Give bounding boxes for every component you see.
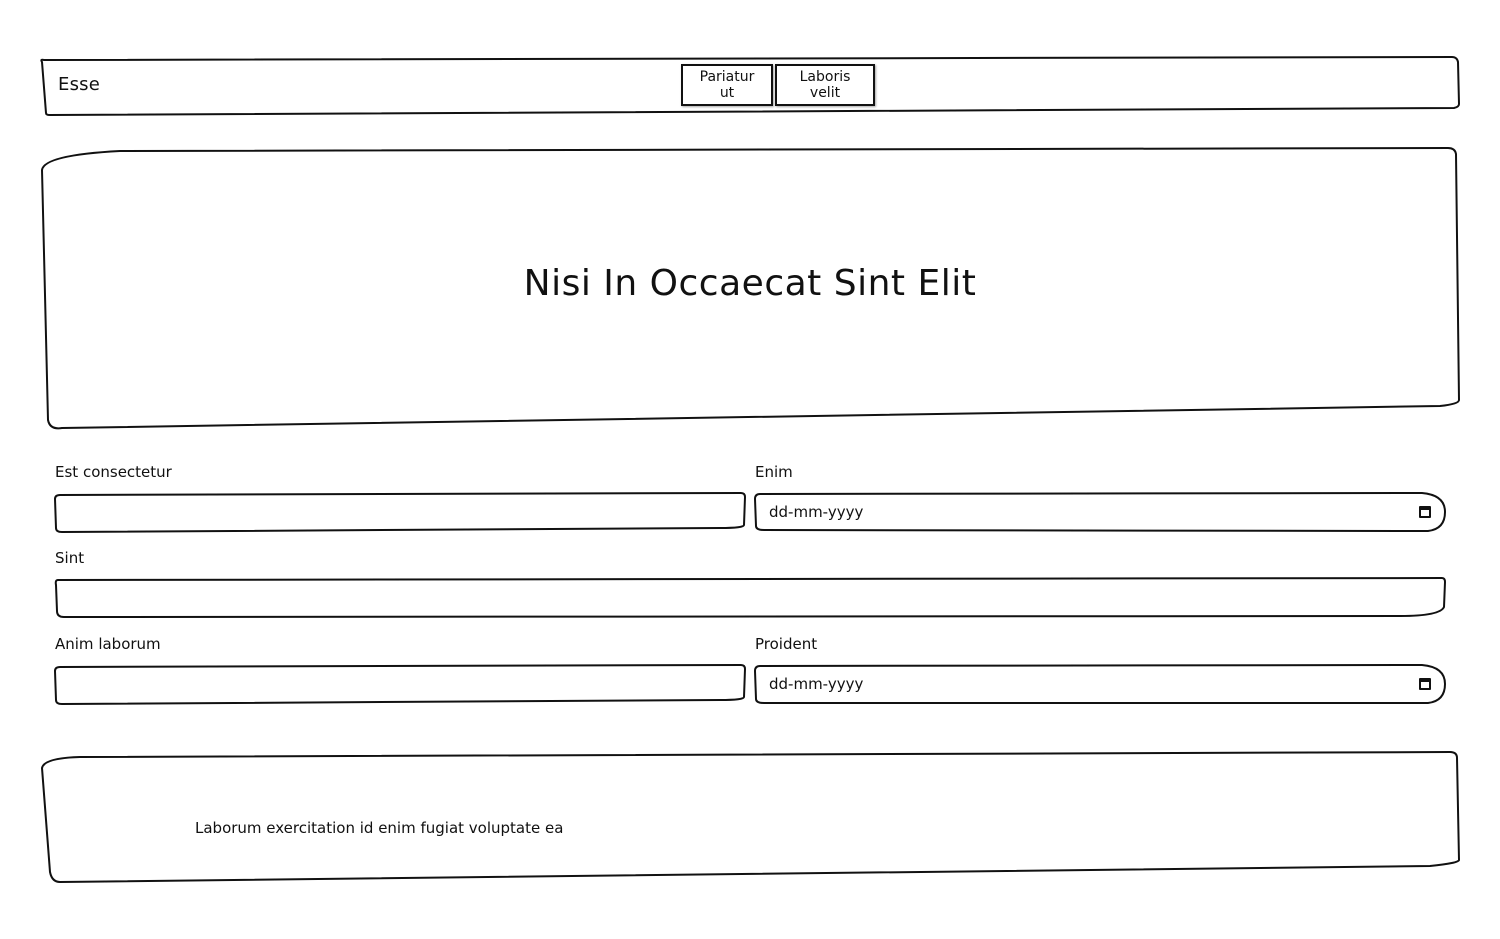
footer-text: Laborum exercitation id enim fugiat volu… <box>195 819 564 837</box>
anim-laborum-input[interactable] <box>55 665 745 703</box>
navbar-buttons: Pariatur ut Laboris velit <box>681 64 875 106</box>
calendar-icon[interactable] <box>1419 678 1431 690</box>
pariatur-ut-button[interactable]: Pariatur ut <box>681 64 773 106</box>
proident-date-placeholder: dd-mm-yyyy <box>769 675 864 693</box>
proident-date-input[interactable]: dd-mm-yyyy <box>755 665 1445 703</box>
field-label-proident: Proident <box>755 635 818 653</box>
field-label-anim-laborum: Anim laborum <box>55 635 161 653</box>
page: Esse Pariatur ut Laboris velit Nisi In O… <box>0 0 1500 939</box>
enim-date-placeholder: dd-mm-yyyy <box>769 503 864 521</box>
footer: Laborum exercitation id enim fugiat volu… <box>40 751 1460 882</box>
sint-input[interactable] <box>55 579 1445 617</box>
hero-title: Nisi In Occaecat Sint Elit <box>523 262 977 304</box>
est-consectetur-input[interactable] <box>55 493 745 531</box>
navbar-brand[interactable]: Esse <box>58 74 100 95</box>
navbar: Esse Pariatur ut Laboris velit <box>42 57 1459 115</box>
field-label-sint: Sint <box>55 549 85 567</box>
field-label-est-consectetur: Est consectetur <box>55 463 172 481</box>
hero-section: Nisi In Occaecat Sint Elit <box>40 148 1460 428</box>
laboris-velit-button[interactable]: Laboris velit <box>775 64 875 106</box>
calendar-icon[interactable] <box>1419 506 1431 518</box>
enim-date-input[interactable]: dd-mm-yyyy <box>755 493 1445 531</box>
field-label-enim: Enim <box>755 463 793 481</box>
